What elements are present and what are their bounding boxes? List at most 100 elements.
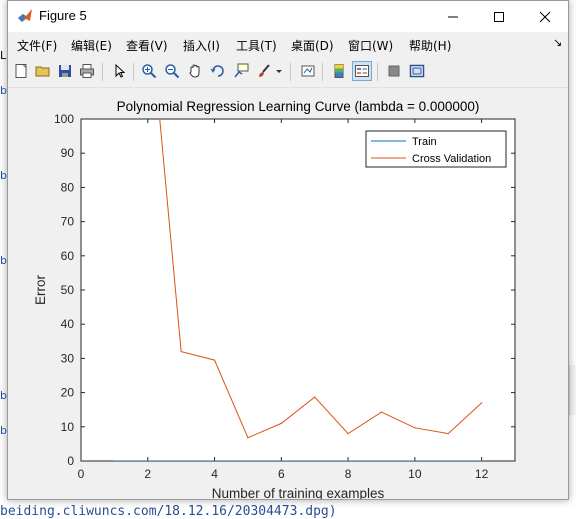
show-plot-tools-icon xyxy=(409,64,425,78)
zoom-in-icon xyxy=(142,64,157,79)
pan-icon xyxy=(189,64,200,78)
x-tick-label: 8 xyxy=(345,467,352,481)
menu-dock-arrow-icon[interactable]: ↘ xyxy=(553,36,562,49)
background-url-fragment: beiding.cliwuncs.com/18.12.16/20304473.d… xyxy=(0,504,337,519)
hide-plot-tools-button[interactable] xyxy=(384,61,404,81)
close-button[interactable] xyxy=(522,1,568,32)
open-file-button[interactable] xyxy=(33,61,53,81)
menu-window[interactable]: 窗口(W) xyxy=(348,37,393,54)
legend[interactable]: Train Cross Validation xyxy=(365,130,507,168)
zoom-out-icon xyxy=(165,64,180,79)
x-tick-label: 6 xyxy=(278,467,285,481)
brush-dropdown-button[interactable] xyxy=(274,61,284,81)
link-plot-icon xyxy=(301,65,315,77)
y-tick-label: 100 xyxy=(54,112,74,126)
y-tick-label: 70 xyxy=(61,215,75,229)
window-title: Figure 5 xyxy=(39,8,87,23)
zoom-in-button[interactable] xyxy=(139,61,159,81)
menu-bar: 文件(F) 编辑(E) 查看(V) 插入(I) 工具(T) 桌面(D) 窗口(W… xyxy=(8,32,568,56)
title-bar[interactable]: Figure 5 xyxy=(8,1,568,32)
save-icon xyxy=(59,65,71,77)
y-tick-label: 80 xyxy=(61,180,75,194)
menu-edit[interactable]: 编辑(E) xyxy=(71,37,112,54)
background-link-fragment: b xyxy=(0,169,7,182)
pointer-icon xyxy=(115,63,126,78)
hide-plot-tools-icon xyxy=(388,65,400,77)
zoom-out-button[interactable] xyxy=(162,61,182,81)
maximize-button[interactable] xyxy=(476,1,522,32)
menu-help[interactable]: 帮助(H) xyxy=(409,37,451,54)
y-tick-label: 90 xyxy=(61,146,75,160)
pan-button[interactable] xyxy=(185,61,205,81)
background-link-fragment: b xyxy=(0,254,7,267)
data-point-cross-validation xyxy=(447,433,449,435)
close-icon xyxy=(539,11,551,22)
background-scrollbar xyxy=(569,365,576,415)
data-point-cross-validation xyxy=(280,422,282,424)
y-tick-label: 40 xyxy=(61,317,75,331)
pointer-button[interactable] xyxy=(109,61,129,81)
menu-desktop[interactable]: 桌面(D) xyxy=(291,37,334,54)
new-figure-button[interactable] xyxy=(11,61,31,81)
background-link-fragment: b xyxy=(0,424,7,437)
data-point-cross-validation xyxy=(180,350,182,353)
toolbar-separator xyxy=(102,63,103,81)
maximize-icon xyxy=(494,11,504,22)
insert-legend-icon xyxy=(355,65,369,77)
save-button[interactable] xyxy=(55,61,75,81)
legend-train-label: Train xyxy=(412,136,437,148)
rotate-button[interactable] xyxy=(208,61,228,81)
background-link-fragment: b xyxy=(0,84,7,97)
data-point-cross-validation xyxy=(414,427,416,429)
data-point-cross-validation xyxy=(213,359,216,361)
rotate-icon xyxy=(210,65,224,77)
open-file-icon xyxy=(35,66,50,77)
insert-colorbar-button[interactable] xyxy=(329,61,349,81)
y-tick-label: 50 xyxy=(61,283,75,297)
show-plot-tools-button[interactable] xyxy=(407,61,427,81)
matlab-logo-icon xyxy=(18,9,32,22)
toolbar-separator xyxy=(290,63,291,81)
print-button[interactable] xyxy=(77,61,97,81)
data-point-cross-validation xyxy=(347,433,349,435)
toolbar-separator xyxy=(133,63,134,81)
menu-view[interactable]: 查看(V) xyxy=(126,37,168,54)
x-tick-label: 10 xyxy=(408,467,422,481)
x-tick-label: 0 xyxy=(78,467,85,481)
menu-file[interactable]: 文件(F) xyxy=(17,37,57,54)
insert-legend-button[interactable] xyxy=(352,61,372,81)
minimize-icon xyxy=(448,16,458,17)
brush-button[interactable] xyxy=(254,61,274,81)
chart-title: Polynomial Regression Learning Curve (la… xyxy=(117,99,480,114)
y-tick-label: 0 xyxy=(67,454,74,468)
data-point-cross-validation xyxy=(481,402,483,404)
toolbar-separator xyxy=(377,63,378,81)
print-icon xyxy=(80,64,94,78)
minimize-button[interactable] xyxy=(430,1,476,32)
dropdown-icon xyxy=(276,70,282,73)
data-cursor-button[interactable] xyxy=(231,61,251,81)
data-point-cross-validation xyxy=(314,396,316,398)
new-figure-icon xyxy=(15,64,27,78)
menu-insert[interactable]: 插入(I) xyxy=(183,37,220,54)
brush-icon xyxy=(259,64,270,77)
data-point-cross-validation xyxy=(380,411,383,413)
toolbar-separator xyxy=(322,63,323,81)
insert-colorbar-icon xyxy=(334,64,344,78)
figure-canvas: 0 2 4 6 8 10 12 0 10 20 30 40 50 60 70 80 90 100 Polynomi… xyxy=(8,88,568,501)
figure-window: Figure 5 文件(F) 编辑(E) 查看(V) 插入(I) 工具(T) 桌… xyxy=(7,0,569,501)
menu-tools[interactable]: 工具(T) xyxy=(236,37,277,54)
legend-cv-label: Cross Validation xyxy=(412,153,491,165)
background-link-fragment: b xyxy=(0,389,7,402)
y-tick-label: 60 xyxy=(61,249,75,263)
y-tick-label: 20 xyxy=(61,386,75,400)
figure-toolbar xyxy=(8,57,568,88)
x-tick-label: 4 xyxy=(211,467,218,481)
plot-svg: 0 2 4 6 8 10 12 0 10 20 30 40 50 60 70 80 90 100 Polynomi… xyxy=(33,99,516,501)
data-cursor-icon xyxy=(234,63,249,78)
data-point-cross-validation xyxy=(247,437,249,439)
background-text-fragment: L xyxy=(0,49,7,62)
link-plot-button[interactable] xyxy=(298,61,318,81)
y-tick-label: 10 xyxy=(61,420,75,434)
y-tick-label: 30 xyxy=(61,351,75,365)
